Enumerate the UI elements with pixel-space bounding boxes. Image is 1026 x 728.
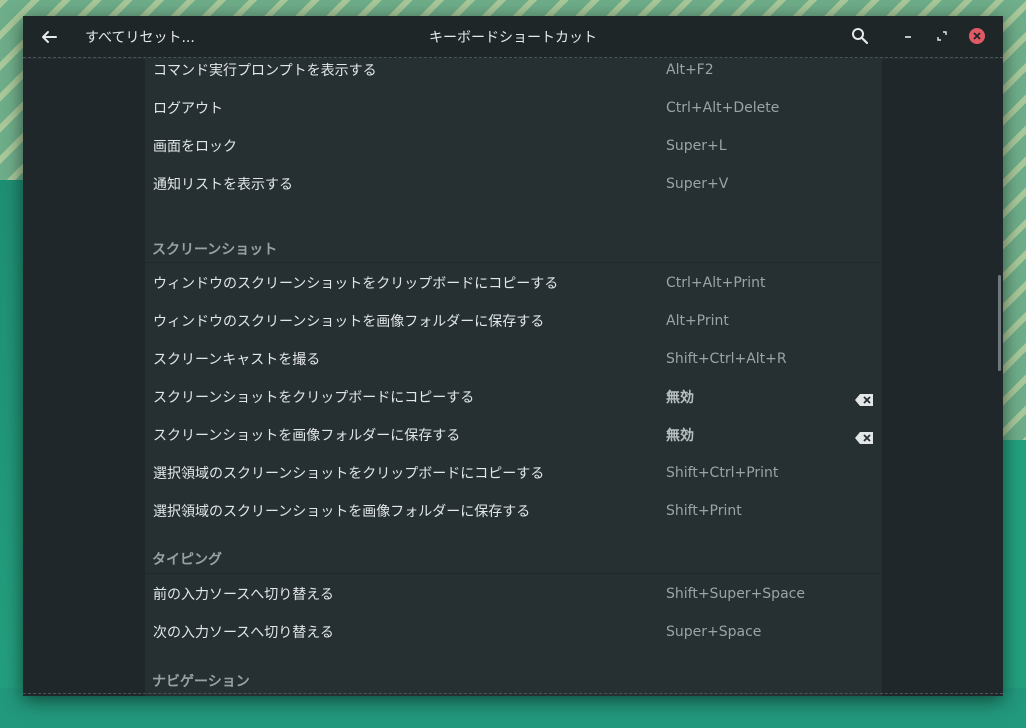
scrollbar[interactable]	[998, 275, 1001, 371]
shortcut-row[interactable]: 選択領域のスクリーンショットを画像フォルダーに保存する Shift+Print	[145, 492, 882, 530]
section-title-screenshot: スクリーンショット	[152, 242, 278, 258]
shortcut-row[interactable]: 選択領域のスクリーンショットをクリップボードにコピーする Shift+Ctrl+…	[145, 454, 882, 492]
section-divider	[145, 262, 882, 263]
shortcut-label: 通知リストを表示する	[153, 177, 293, 193]
shortcut-row[interactable]: ログアウト Ctrl+Alt+Delete	[145, 89, 882, 127]
shortcut-accel: Super+V	[666, 176, 729, 192]
reset-all-button[interactable]: すべてリセット...	[85, 27, 195, 47]
shortcut-list: コマンド実行プロンプトを表示する Alt+F2 ログアウト Ctrl+Alt+D…	[145, 59, 882, 696]
bottom-divider	[23, 693, 1003, 694]
close-icon[interactable]	[969, 28, 985, 44]
shortcut-accel: Shift+Print	[666, 503, 742, 519]
window-title: キーボードショートカット	[429, 30, 597, 46]
shortcut-label: 次の入力ソースへ切り替える	[153, 625, 334, 641]
shortcut-accel: Super+Space	[666, 624, 762, 640]
shortcut-accel: Alt+Print	[666, 313, 729, 329]
wallpaper-right-strip	[1002, 440, 1026, 728]
search-icon[interactable]	[851, 27, 871, 47]
section-title-typing: タイピング	[152, 552, 222, 568]
shortcut-label: 選択領域のスクリーンショットをクリップボードにコピーする	[153, 466, 545, 482]
shortcut-row[interactable]: ウィンドウのスクリーンショットをクリップボードにコピーする Ctrl+Alt+P…	[145, 264, 882, 302]
maximize-icon[interactable]	[933, 27, 951, 45]
shortcut-row[interactable]: ウィンドウのスクリーンショットを画像フォルダーに保存する Alt+Print	[145, 302, 882, 340]
shortcut-label: ログアウト	[153, 101, 223, 117]
shortcut-label: スクリーンショットをクリップボードにコピーする	[153, 390, 475, 406]
shortcuts-window: すべてリセット... キーボードショートカット コマンド実行プロンプトを表示する…	[23, 16, 1003, 696]
shortcut-row[interactable]: スクリーンショットをクリップボードにコピーする 無効	[145, 378, 882, 416]
shortcut-row[interactable]: 次の入力ソースへ切り替える Super+Space	[145, 613, 882, 651]
backspace-clear-icon[interactable]	[855, 391, 873, 406]
shortcut-label: 画面をロック	[153, 139, 237, 155]
shortcut-label: 選択領域のスクリーンショットを画像フォルダーに保存する	[153, 504, 531, 520]
shortcut-row[interactable]: スクリーンキャストを撮る Shift+Ctrl+Alt+R	[145, 340, 882, 378]
shortcut-accel-disabled: 無効	[666, 428, 694, 444]
shortcut-row[interactable]: スクリーンショットを画像フォルダーに保存する 無効	[145, 416, 882, 454]
shortcut-label: コマンド実行プロンプトを表示する	[153, 63, 377, 79]
wallpaper-left-strip	[0, 180, 24, 728]
shortcut-accel: Ctrl+Alt+Delete	[666, 100, 780, 116]
shortcut-row[interactable]: 画面をロック Super+L	[145, 127, 882, 165]
shortcut-accel-disabled: 無効	[666, 390, 694, 406]
shortcut-accel: Ctrl+Alt+Print	[666, 275, 766, 291]
section-divider	[145, 573, 882, 574]
shortcut-accel: Alt+F2	[666, 62, 714, 78]
shortcut-label: 前の入力ソースへ切り替える	[153, 587, 334, 603]
content-area: コマンド実行プロンプトを表示する Alt+F2 ログアウト Ctrl+Alt+D…	[23, 59, 1003, 696]
minimize-icon[interactable]	[899, 27, 917, 45]
shortcut-label: ウィンドウのスクリーンショットをクリップボードにコピーする	[153, 276, 559, 292]
shortcut-label: スクリーンキャストを撮る	[153, 352, 321, 368]
arrow-left-icon[interactable]	[37, 26, 61, 48]
shortcut-row[interactable]: 前の入力ソースへ切り替える Shift+Super+Space	[145, 575, 882, 613]
shortcut-label: スクリーンショットを画像フォルダーに保存する	[153, 428, 461, 444]
shortcut-label: ウィンドウのスクリーンショットを画像フォルダーに保存する	[153, 314, 545, 330]
shortcut-accel: Shift+Ctrl+Print	[666, 465, 779, 481]
shortcut-accel: Shift+Super+Space	[666, 586, 805, 602]
shortcut-row[interactable]: 通知リストを表示する Super+V	[145, 165, 882, 203]
section-title-navigation: ナビゲーション	[152, 674, 250, 690]
backspace-clear-icon[interactable]	[855, 429, 873, 444]
shortcut-accel: Shift+Ctrl+Alt+R	[666, 351, 787, 367]
shortcut-row[interactable]: コマンド実行プロンプトを表示する Alt+F2	[145, 51, 882, 89]
shortcut-accel: Super+L	[666, 138, 727, 154]
